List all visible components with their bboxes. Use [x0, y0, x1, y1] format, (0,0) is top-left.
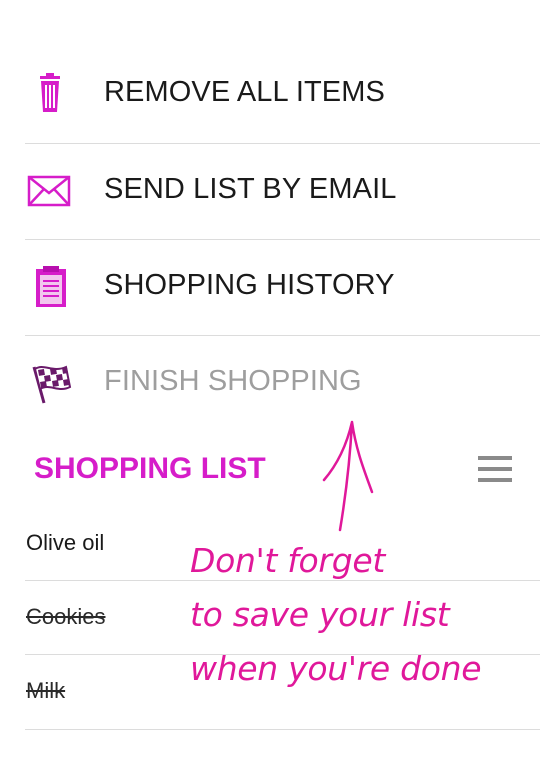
- hamburger-menu-icon[interactable]: [474, 454, 516, 484]
- finish-shopping-label: FINISH SHOPPING: [104, 365, 362, 397]
- send-list-by-email-button[interactable]: SEND LIST BY EMAIL: [0, 143, 540, 239]
- send-list-by-email-label: SEND LIST BY EMAIL: [104, 173, 397, 205]
- list-item-name: Cookies: [26, 604, 106, 629]
- annotation-note: Don't forget to save your list when you'…: [190, 534, 535, 696]
- shopping-history-label: SHOPPING HISTORY: [104, 269, 395, 301]
- list-item-name: Olive oil: [26, 530, 105, 555]
- annotation-line: Don't forget: [190, 541, 385, 580]
- remove-all-items-label: REMOVE ALL ITEMS: [104, 76, 385, 108]
- mail-icon: [26, 169, 74, 213]
- checkered-flag-icon: [26, 361, 74, 405]
- shopping-list-title: SHOPPING LIST: [34, 452, 266, 485]
- divider: [25, 729, 540, 730]
- remove-all-items-button[interactable]: REMOVE ALL ITEMS: [0, 46, 540, 142]
- shopping-history-button[interactable]: SHOPPING HISTORY: [0, 239, 540, 335]
- annotation-line: to save your list: [190, 595, 450, 634]
- clipboard-icon: [26, 265, 74, 309]
- list-item-name: Milk: [26, 678, 66, 703]
- finish-shopping-button[interactable]: FINISH SHOPPING: [0, 335, 540, 431]
- trash-icon: [26, 72, 74, 116]
- annotation-line: when you're done: [190, 649, 482, 688]
